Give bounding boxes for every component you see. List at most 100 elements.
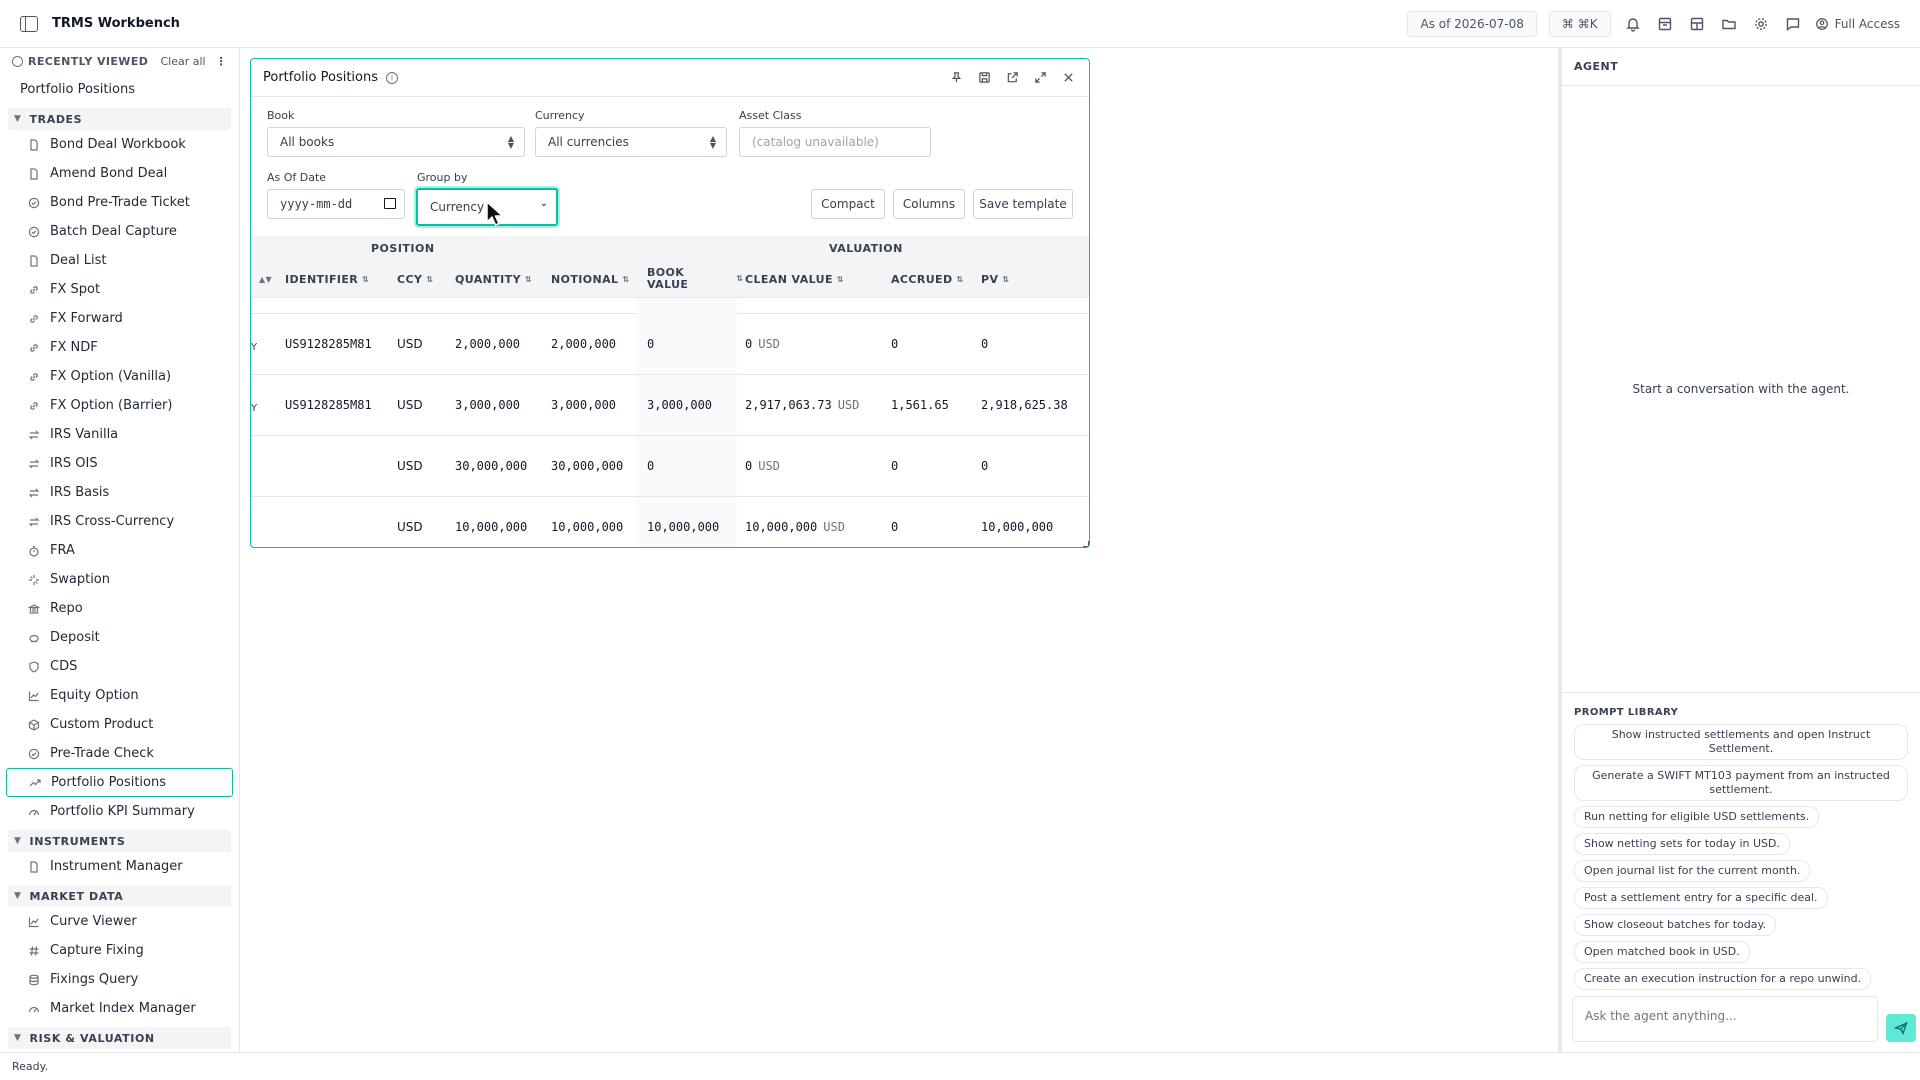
sidebar-toggle-icon[interactable] — [20, 15, 38, 32]
more-icon[interactable]: ⋮ — [216, 55, 227, 68]
chevron-down-icon: ▼ — [14, 1033, 22, 1043]
sidebar-item-deposit[interactable]: Deposit — [6, 623, 233, 652]
columns-button[interactable]: Columns — [893, 189, 965, 219]
sidebar-item-fx-ndf[interactable]: FX NDF — [6, 333, 233, 362]
save-icon[interactable] — [977, 71, 991, 85]
column-accrued-label: ACCRUED — [891, 272, 953, 286]
section-risk-valuation[interactable]: ▼ RISK & VALUATION — [8, 1027, 231, 1049]
external-link-icon[interactable] — [1005, 71, 1019, 85]
sidebar-item-curve-viewer[interactable]: Curve Viewer — [6, 907, 233, 936]
table-row[interactable]: Y US9128285M81 USD 2,000,000 2,000,000 0 0 USD 0… — [251, 314, 1089, 375]
sidebar-item-pre-trade-check[interactable]: Pre-Trade Check — [6, 739, 233, 768]
bell-icon[interactable] — [1623, 14, 1643, 34]
sidebar-item-portfolio-kpi-summary[interactable]: Portfolio KPI Summary — [6, 797, 233, 826]
sidebar-item-market-index-manager[interactable]: Market Index Manager — [6, 994, 233, 1023]
resize-handle-icon[interactable] — [1083, 541, 1089, 547]
column-group-row: POSITION VALUATION — [251, 236, 1089, 260]
sidebar-item-cds[interactable]: CDS — [6, 652, 233, 681]
recent-item-portfolio-positions[interactable]: Portfolio Positions — [0, 74, 239, 104]
agent-input[interactable] — [1585, 1009, 1865, 1023]
sidebar-item-bond-pre-trade-ticket[interactable]: Bond Pre-Trade Ticket — [6, 188, 233, 217]
sidebar-item-label: FX Option (Barrier) — [50, 398, 173, 413]
section-trades[interactable]: ▼ TRADES — [8, 108, 231, 130]
prompt-chip[interactable]: Show netting sets for today in USD. — [1574, 833, 1791, 855]
sidebar-item-fx-spot[interactable]: FX Spot — [6, 275, 233, 304]
pin-icon[interactable] — [949, 71, 963, 85]
column-quantity[interactable]: QUANTITY ⇅ — [455, 260, 532, 298]
swap-icon — [28, 516, 40, 528]
close-icon[interactable] — [1061, 71, 1075, 85]
prompt-chip[interactable]: Generate a SWIFT MT103 payment from an i… — [1574, 765, 1908, 801]
as-of-chip[interactable]: As of 2026-07-08 — [1407, 11, 1537, 37]
sidebar-item-fixings-query[interactable]: Fixings Query — [6, 965, 233, 994]
column-ccy[interactable]: CCY ⇅ — [397, 260, 433, 298]
cell-clean-value: 0 USD — [745, 314, 780, 374]
compact-button[interactable]: Compact — [811, 189, 885, 219]
cell-quantity: 10,000,000 — [455, 497, 527, 547]
sidebar-item-portfolio-positions[interactable]: Portfolio Positions — [6, 768, 233, 797]
folder-icon[interactable] — [1719, 14, 1739, 34]
prompt-chip[interactable]: Open matched book in USD. — [1574, 941, 1750, 963]
send-button[interactable] — [1886, 1014, 1916, 1042]
column-clean-value[interactable]: CLEAN VALUE ⇅ — [745, 260, 844, 298]
sidebar-item-label: Market Index Manager — [50, 1001, 196, 1016]
cell-value: USD — [397, 459, 423, 473]
table-row[interactable]: USD 30,000,000 30,000,000 0 0 USD 0 0 — [251, 436, 1089, 497]
document-icon — [28, 254, 40, 267]
sidebar-item-swaption[interactable]: Swaption — [6, 565, 233, 594]
cell-ccy: USD — [397, 497, 423, 547]
info-icon[interactable]: i — [386, 71, 399, 84]
sort-arrows-icon[interactable]: ▲▼ — [255, 260, 272, 298]
section-instruments[interactable]: ▼ INSTRUMENTS — [8, 830, 231, 852]
sidebar-item-batch-deal-capture[interactable]: Batch Deal Capture — [6, 217, 233, 246]
sidebar-item-custom-product[interactable]: Custom Product — [6, 710, 233, 739]
sidebar-item-irs-ois[interactable]: IRS OIS — [6, 449, 233, 478]
prompt-chip[interactable]: Create an execution instruction for a re… — [1574, 968, 1872, 990]
column-identifier[interactable]: IDENTIFIER ⇅ — [285, 260, 369, 298]
chat-icon[interactable] — [1783, 14, 1803, 34]
save-template-button[interactable]: Save template — [973, 189, 1073, 219]
prompt-chip[interactable]: Run netting for eligible USD settlements… — [1574, 806, 1820, 828]
column-accrued[interactable]: ACCRUED ⇅ — [891, 260, 964, 298]
sidebar-item-capture-fixing[interactable]: Capture Fixing — [6, 936, 233, 965]
sidebar-item-fx-forward[interactable]: FX Forward — [6, 304, 233, 333]
sidebar-item-equity-option[interactable]: Equity Option — [6, 681, 233, 710]
sidebar-item-irs-basis[interactable]: IRS Basis — [6, 478, 233, 507]
command-palette-chip[interactable]: ⌘ ⌘K — [1548, 11, 1611, 37]
book-select[interactable]: All books ▲ ▼ — [267, 127, 525, 157]
sidebar-item-irs-vanilla[interactable]: IRS Vanilla — [6, 420, 233, 449]
maximize-icon[interactable] — [1033, 71, 1047, 85]
prompt-chip[interactable]: Post a settlement entry for a specific d… — [1574, 887, 1828, 909]
sidebar-item-instrument-manager[interactable]: Instrument Manager — [6, 852, 233, 881]
as-of-date-input[interactable]: yyyy-mm-dd — [267, 189, 405, 219]
table-row[interactable]: Y US9128285M81 USD 3,000,000 3,000,000 3,000,… — [251, 375, 1089, 436]
cell-pv: 2,918,625.38 — [981, 375, 1068, 435]
table-row[interactable]: USD 10,000,000 10,000,000 10,000,000 10,000,… — [251, 497, 1089, 547]
link-icon — [28, 284, 40, 296]
sidebar-item-bond-deal-workbook[interactable]: Bond Deal Workbook — [6, 130, 233, 159]
agent-input-box[interactable] — [1572, 996, 1878, 1042]
archive-icon[interactable] — [1655, 14, 1675, 34]
section-market-data[interactable]: ▼ MARKET DATA — [8, 885, 231, 907]
column-book-value[interactable]: BOOK VALUE ⇅ — [647, 260, 743, 298]
panel-header: Portfolio Positions i — [251, 59, 1089, 97]
full-access-menu[interactable]: Full Access — [1815, 17, 1900, 31]
sidebar-item-amend-bond-deal[interactable]: Amend Bond Deal — [6, 159, 233, 188]
prompt-chip[interactable]: Show instructed settlements and open Ins… — [1574, 724, 1908, 760]
calendar-icon[interactable] — [384, 198, 396, 209]
currency-select[interactable]: All currencies ▲ ▼ — [535, 127, 727, 157]
gear-icon[interactable] — [1751, 14, 1771, 34]
sidebar-item-fx-option-vanilla[interactable]: FX Option (Vanilla) — [6, 362, 233, 391]
sidebar-item-deal-list[interactable]: Deal List — [6, 246, 233, 275]
column-notional[interactable]: NOTIONAL ⇅ — [551, 260, 630, 298]
prompt-chip[interactable]: Open journal list for the current month. — [1574, 860, 1811, 882]
prompt-chip[interactable]: Show closeout batches for today. — [1574, 914, 1776, 936]
column-pv[interactable]: PV ⇅ — [981, 260, 1010, 298]
cell-identifier: US9128285M81 — [285, 314, 372, 374]
sidebar-item-irs-cross-currency[interactable]: IRS Cross-Currency — [6, 507, 233, 536]
clear-all-button[interactable]: Clear all — [160, 55, 205, 68]
sidebar-item-fra[interactable]: FRA — [6, 536, 233, 565]
sidebar-item-fx-option-barrier[interactable]: FX Option (Barrier) — [6, 391, 233, 420]
layout-icon[interactable] — [1687, 14, 1707, 34]
sidebar-item-repo[interactable]: Repo — [6, 594, 233, 623]
